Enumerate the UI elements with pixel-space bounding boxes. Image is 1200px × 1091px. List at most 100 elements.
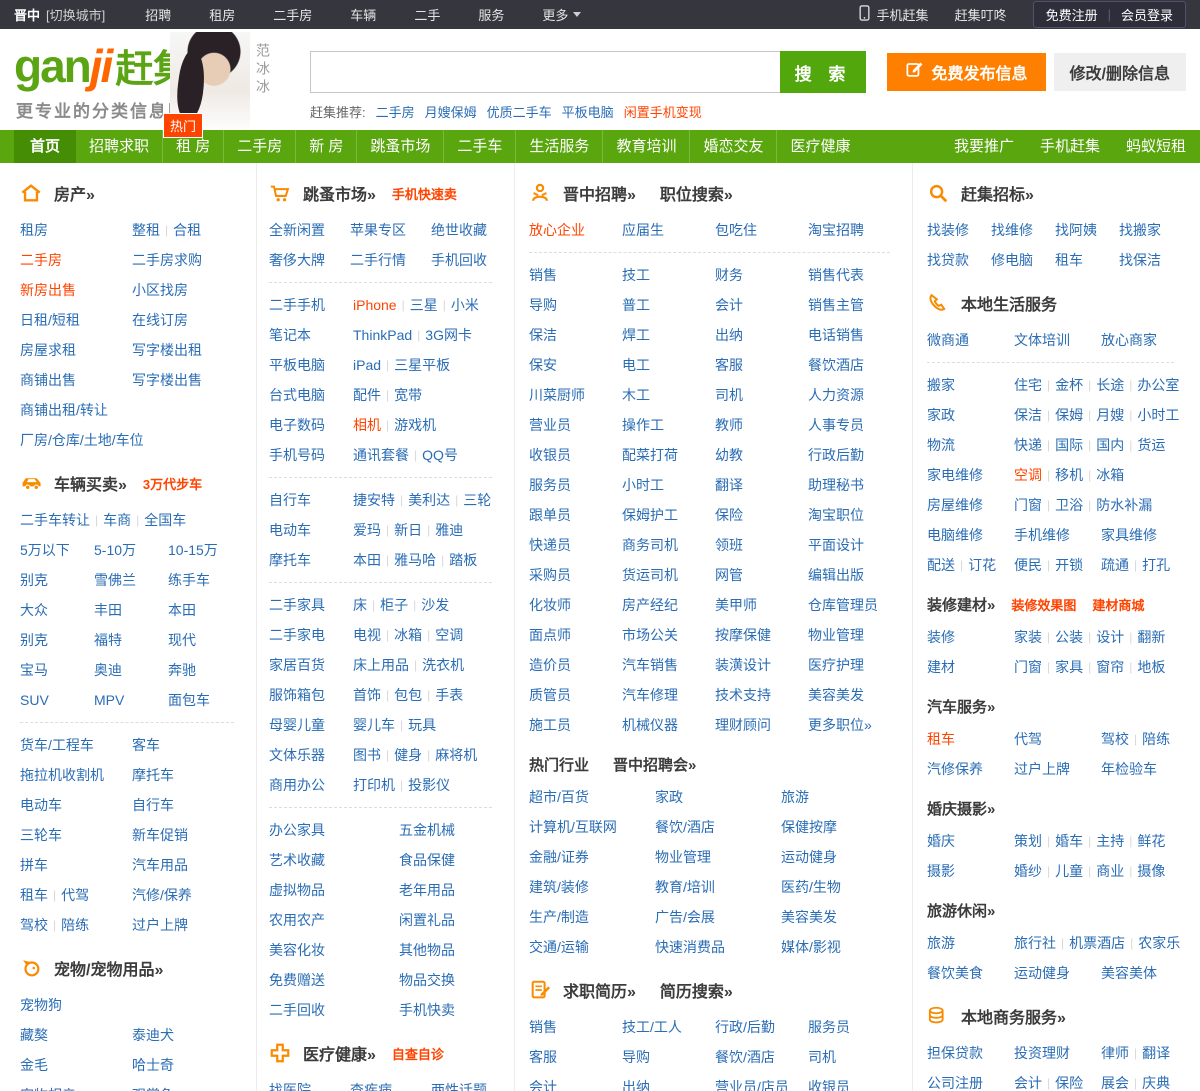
link[interactable]: 哈士奇 — [132, 1055, 174, 1075]
nav-item-招聘求职[interactable]: 招聘求职 — [76, 130, 162, 163]
link[interactable]: 施工员 — [529, 715, 571, 735]
link[interactable]: 家具 — [1055, 657, 1083, 677]
link[interactable]: 笔记本 — [269, 325, 311, 345]
link[interactable]: 过户上牌 — [132, 915, 188, 935]
link[interactable]: 放心商家 — [1101, 330, 1157, 350]
link[interactable]: 商业 — [1096, 861, 1124, 881]
section-title[interactable]: 跳蚤市场» — [303, 181, 376, 205]
section-title[interactable]: 婚庆摄影» — [927, 798, 995, 819]
link[interactable]: 闲置礼品 — [399, 910, 455, 930]
link[interactable]: 教师 — [715, 415, 743, 435]
link[interactable]: 人事专员 — [808, 415, 864, 435]
link[interactable]: 奥迪 — [94, 660, 122, 680]
link[interactable]: 代驾 — [1014, 729, 1042, 749]
link[interactable]: 开锁 — [1055, 555, 1083, 575]
section-title[interactable]: 求职简历» — [563, 978, 636, 1002]
link[interactable]: 美容美体 — [1101, 963, 1157, 983]
link[interactable]: 网管 — [715, 565, 743, 585]
recommend-link[interactable]: 平板电脑 — [562, 102, 614, 121]
link[interactable]: 柜子 — [380, 595, 408, 615]
link[interactable]: 拼车 — [20, 855, 48, 875]
link[interactable]: 冰箱 — [394, 625, 422, 645]
link[interactable]: 小时工 — [1137, 405, 1179, 425]
link[interactable]: 泰迪犬 — [132, 1025, 174, 1045]
link[interactable]: 住宅 — [1014, 375, 1042, 395]
section-title-link[interactable]: 晋中招聘会» — [613, 754, 696, 775]
link[interactable]: 包包 — [394, 685, 422, 705]
link[interactable]: 食品保健 — [399, 850, 455, 870]
link[interactable]: 空调 — [1014, 465, 1042, 485]
nav-item-跳蚤市场[interactable]: 跳蚤市场 — [356, 130, 443, 163]
link[interactable]: 投影仪 — [408, 775, 450, 795]
link[interactable]: 雪佛兰 — [94, 570, 136, 590]
link[interactable]: 办公室 — [1137, 375, 1179, 395]
ganji-logo[interactable]: ganji 赶集 — [14, 43, 191, 89]
link[interactable]: 台式电脑 — [269, 385, 325, 405]
link[interactable]: 二手车转让 — [20, 510, 90, 530]
link[interactable]: 房产经纪 — [622, 595, 678, 615]
link[interactable]: 公装 — [1055, 627, 1083, 647]
link[interactable]: iPhone — [353, 297, 397, 313]
link[interactable]: 电工 — [622, 355, 650, 375]
link[interactable]: 别克 — [20, 630, 48, 650]
topbar-link[interactable]: 车辆 — [350, 5, 376, 24]
link[interactable]: 麻将机 — [435, 745, 477, 765]
section-title[interactable]: 汽车服务» — [927, 696, 995, 717]
link[interactable]: 货运 — [1137, 435, 1165, 455]
link[interactable]: 快递员 — [529, 535, 571, 555]
link[interactable]: 会计 — [715, 295, 743, 315]
link[interactable]: 物品交换 — [399, 970, 455, 990]
link[interactable]: 门窗 — [1014, 495, 1042, 515]
link[interactable]: 收银员 — [529, 445, 571, 465]
link[interactable]: 运动健身 — [1014, 963, 1070, 983]
link[interactable]: 租车 — [20, 885, 48, 905]
link[interactable]: 捷安特 — [353, 490, 395, 510]
link[interactable]: 家装 — [1014, 627, 1042, 647]
link[interactable]: 普工 — [622, 295, 650, 315]
mobile-ganji-link[interactable]: 手机赶集 — [858, 4, 929, 25]
nav-right-link[interactable]: 手机赶集 — [1040, 130, 1100, 163]
link[interactable]: 庆典 — [1142, 1073, 1170, 1091]
link[interactable]: 出纳 — [715, 325, 743, 345]
link[interactable]: 二手行情 — [350, 250, 406, 270]
link[interactable]: 沙发 — [421, 595, 449, 615]
link[interactable]: 快速消费品 — [655, 937, 725, 957]
link[interactable]: 司机 — [715, 385, 743, 405]
link[interactable]: 保健按摩 — [781, 817, 837, 837]
topbar-link[interactable]: 服务 — [478, 5, 504, 24]
link[interactable]: 相机 — [353, 415, 381, 435]
topbar-link[interactable]: 二手 — [414, 5, 440, 24]
link[interactable]: 营业员 — [529, 415, 571, 435]
link[interactable]: 快递 — [1014, 435, 1042, 455]
link[interactable]: 家具维修 — [1101, 525, 1157, 545]
link[interactable]: 其他物品 — [399, 940, 455, 960]
link[interactable]: 餐饮/酒店 — [715, 1047, 775, 1067]
nav-item-婚恋交友[interactable]: 婚恋交友 — [689, 130, 776, 163]
link[interactable]: 服务员 — [808, 1017, 850, 1037]
link[interactable]: 三星平板 — [394, 355, 450, 375]
section-title[interactable]: 医疗健康» — [303, 1041, 376, 1065]
link[interactable]: 放心企业 — [529, 220, 585, 240]
link[interactable]: 摄影 — [927, 861, 955, 881]
link[interactable]: 宝马 — [20, 660, 48, 680]
link[interactable]: 二手家具 — [269, 595, 325, 615]
link[interactable]: 跟单员 — [529, 505, 571, 525]
nav-item-新房[interactable]: 新 房 — [295, 130, 356, 163]
nav-item-二手车[interactable]: 二手车 — [443, 130, 515, 163]
section-title[interactable]: 本地商务服务» — [961, 1004, 1066, 1028]
link[interactable]: 玩具 — [408, 715, 436, 735]
link[interactable]: 通讯套餐 — [353, 445, 409, 465]
link[interactable]: 汽车修理 — [622, 685, 678, 705]
link[interactable]: 在线订房 — [132, 310, 188, 330]
link[interactable]: 驾校 — [1101, 729, 1129, 749]
link[interactable]: 摩托车 — [132, 765, 174, 785]
link[interactable]: 本田 — [168, 600, 196, 620]
link[interactable]: 5-10万 — [94, 540, 136, 560]
link[interactable]: 手表 — [435, 685, 463, 705]
link[interactable]: 找保洁 — [1119, 250, 1161, 270]
link[interactable]: 淘宝职位 — [808, 505, 864, 525]
link[interactable]: 应届生 — [622, 220, 664, 240]
search-button[interactable]: 搜 索 — [780, 51, 866, 93]
link[interactable]: QQ号 — [422, 445, 458, 465]
section-title[interactable]: 宠物/宠物用品» — [54, 956, 163, 980]
